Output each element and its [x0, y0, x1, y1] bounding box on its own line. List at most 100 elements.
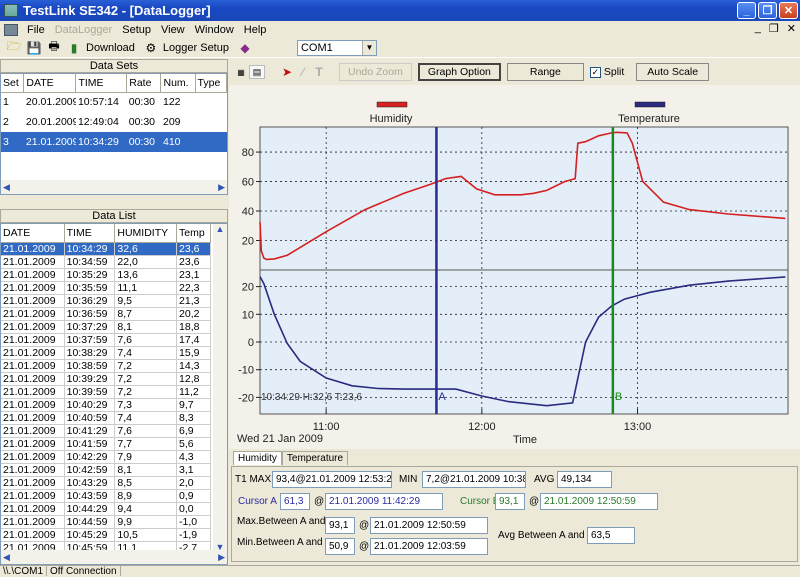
- data-row[interactable]: 21.01.2009 10:39:29 7,2 12,8: [1, 372, 211, 386]
- scroll-right-icon[interactable]: ▶: [218, 552, 225, 563]
- data-row[interactable]: 21.01.2009 10:41:29 7,6 6,9: [1, 424, 211, 438]
- max-between-time-field[interactable]: 21.01.2009 12:50:59: [370, 517, 488, 534]
- dataset-row[interactable]: 3 21.01.2009 10:34:29 00:30 410: [1, 132, 227, 152]
- menu-view[interactable]: View: [156, 24, 190, 36]
- data-row[interactable]: 21.01.2009 10:35:29 13,6 23,1: [1, 268, 211, 282]
- draw-line-icon[interactable]: ∕: [295, 65, 311, 79]
- cursor-b-value-field[interactable]: 93,1: [495, 493, 525, 510]
- column-header[interactable]: Rate: [126, 74, 162, 93]
- menu-file[interactable]: File: [22, 24, 50, 36]
- data-list-grid: DATE TIME HUMIDITY Temp 21.01.2009 10:34:29 3…: [0, 223, 228, 565]
- data-row[interactable]: 21.01.2009 10:42:29 7,9 4,3: [1, 450, 211, 464]
- download-icon[interactable]: ▮: [66, 41, 82, 55]
- data-row[interactable]: 21.01.2009 10:45:29 10,5 -1,9: [1, 528, 211, 542]
- restore-button[interactable]: ❐: [758, 2, 777, 19]
- column-header[interactable]: Set: [1, 74, 25, 93]
- dataset-row[interactable]: 1 20.01.2009 10:57:14 00:30 122: [1, 92, 227, 112]
- data-row[interactable]: 21.01.2009 10:39:59 7,2 11,2: [1, 385, 211, 399]
- chart-area[interactable]: Humidity Temperature 20 40 60 80 -20 -10 0 10 20 …: [229, 85, 800, 449]
- data-sets-hscrollbar[interactable]: ◀ ▶: [1, 180, 227, 194]
- data-row[interactable]: 21.01.2009 10:42:59 8,1 3,1: [1, 463, 211, 477]
- data-list-vscrollbar[interactable]: ▲ ▼: [213, 224, 227, 552]
- data-row[interactable]: 21.01.2009 10:40:29 7,3 9,7: [1, 398, 211, 412]
- menu-setup[interactable]: Setup: [117, 24, 156, 36]
- save-icon[interactable]: 💾: [26, 41, 42, 55]
- undo-zoom-button[interactable]: Undo Zoom: [339, 63, 412, 81]
- avg-field[interactable]: 49,134: [557, 471, 612, 488]
- table-cell: 23,6: [176, 242, 211, 256]
- data-row[interactable]: 21.01.2009 10:37:29 8,1 18,8: [1, 320, 211, 334]
- min-between-time-field[interactable]: 21.01.2009 12:03:59: [370, 538, 488, 555]
- data-sets-grid: Set DATE TIME Rate Num. Type 1 20.01.2009 10:57…: [0, 73, 228, 195]
- mdi-close-button[interactable]: ✕: [787, 22, 796, 35]
- view-mode-icon[interactable]: ▦: [233, 65, 249, 79]
- min-field[interactable]: 7,2@21.01.2009 10:38:59: [422, 471, 526, 488]
- data-row[interactable]: 21.01.2009 10:41:59 7,7 5,6: [1, 437, 211, 451]
- minimize-button[interactable]: _: [737, 2, 756, 19]
- cursor-b-time-field[interactable]: 21.01.2009 12:50:59: [540, 493, 658, 510]
- tab-humidity[interactable]: Humidity: [233, 451, 282, 465]
- scroll-left-icon[interactable]: ◀: [3, 552, 10, 563]
- download-button[interactable]: Download: [86, 42, 135, 54]
- logger-setup-icon[interactable]: ⚙: [143, 41, 159, 55]
- data-row[interactable]: 21.01.2009 10:43:59 8,9 0,9: [1, 489, 211, 503]
- data-row[interactable]: 21.01.2009 10:36:29 9,5 21,3: [1, 294, 211, 308]
- auto-scale-button[interactable]: Auto Scale: [636, 63, 710, 81]
- print-icon[interactable]: 🖶: [46, 39, 62, 55]
- checkbox-checked-icon[interactable]: ✓: [589, 66, 601, 78]
- t1max-field[interactable]: 93,4@21.01.2009 12:53:29: [272, 471, 392, 488]
- open-folder-icon[interactable]: 🗁: [6, 39, 22, 55]
- layout-icon[interactable]: ▤: [249, 65, 265, 79]
- dataset-row[interactable]: 2 20.01.2009 12:49:04 00:30 209: [1, 112, 227, 132]
- column-header[interactable]: TIME: [75, 74, 128, 93]
- column-header[interactable]: TIME: [64, 224, 116, 243]
- column-header[interactable]: HUMIDITY: [114, 224, 178, 243]
- table-cell: 21.01.2009: [1, 372, 65, 386]
- mdi-minimize-button[interactable]: _: [755, 22, 761, 35]
- table-cell: 21.01.2009: [1, 242, 65, 256]
- logger-setup-button[interactable]: Logger Setup: [163, 42, 229, 54]
- avg-between-label: Avg Between A and B: [498, 530, 595, 541]
- column-header[interactable]: Type: [195, 74, 227, 93]
- table-cell: 21.01.2009: [1, 411, 65, 425]
- split-checkbox[interactable]: ✓ Split: [589, 66, 624, 78]
- column-header[interactable]: DATE: [1, 224, 65, 243]
- data-row[interactable]: 21.01.2009 10:37:59 7,6 17,4: [1, 333, 211, 347]
- data-row[interactable]: 21.01.2009 10:44:29 9,4 0,0: [1, 502, 211, 516]
- menu-datalogger[interactable]: DataLogger: [50, 24, 118, 36]
- graph-option-button[interactable]: Graph Option: [417, 63, 501, 81]
- max-between-value-field[interactable]: 93,1: [325, 517, 355, 534]
- data-row[interactable]: 21.01.2009 10:36:59 8,7 20,2: [1, 307, 211, 321]
- data-row[interactable]: 21.01.2009 10:43:29 8,5 2,0: [1, 476, 211, 490]
- port-select[interactable]: COM1 ▼: [296, 39, 377, 56]
- scroll-up-icon[interactable]: ▲: [216, 224, 225, 234]
- menu-window[interactable]: Window: [190, 24, 239, 36]
- scroll-right-icon[interactable]: ▶: [218, 182, 225, 193]
- column-header[interactable]: Num.: [160, 74, 196, 93]
- data-row[interactable]: 21.01.2009 10:34:29 32,6 23,6: [1, 242, 211, 256]
- min-between-value-field[interactable]: 50,9: [325, 538, 355, 555]
- menu-help[interactable]: Help: [239, 24, 272, 36]
- cursor-a-value-field[interactable]: 61,3: [280, 493, 310, 510]
- data-row[interactable]: 21.01.2009 10:38:59 7,2 14,3: [1, 359, 211, 373]
- data-row[interactable]: 21.01.2009 10:35:59 11,1 22,3: [1, 281, 211, 295]
- text-tool-icon[interactable]: T: [311, 65, 327, 79]
- pointer-icon[interactable]: ➤: [279, 65, 295, 79]
- column-header[interactable]: DATE: [23, 74, 77, 93]
- chart-svg[interactable]: Humidity Temperature 20406080-20-1001020 …: [229, 85, 800, 449]
- chevron-down-icon[interactable]: ▼: [361, 40, 376, 55]
- data-list-hscrollbar[interactable]: ◀ ▶: [1, 550, 227, 564]
- avg-between-field[interactable]: 63,5: [587, 527, 635, 544]
- column-header[interactable]: Temp: [176, 224, 211, 243]
- data-row[interactable]: 21.01.2009 10:34:59 22,0 23,6: [1, 255, 211, 269]
- data-row[interactable]: 21.01.2009 10:40:59 7,4 8,3: [1, 411, 211, 425]
- data-row[interactable]: 21.01.2009 10:44:59 9,9 -1,0: [1, 515, 211, 529]
- range-button[interactable]: Range: [506, 63, 584, 81]
- mdi-restore-button[interactable]: ❐: [769, 22, 779, 35]
- data-row[interactable]: 21.01.2009 10:38:29 7,4 15,9: [1, 346, 211, 360]
- help-book-icon[interactable]: ◆: [237, 41, 253, 55]
- tab-temperature[interactable]: Temperature: [281, 451, 349, 465]
- close-button[interactable]: ✕: [779, 2, 798, 19]
- cursor-a-time-field[interactable]: 21.01.2009 11:42:29: [325, 493, 443, 510]
- scroll-left-icon[interactable]: ◀: [3, 182, 10, 193]
